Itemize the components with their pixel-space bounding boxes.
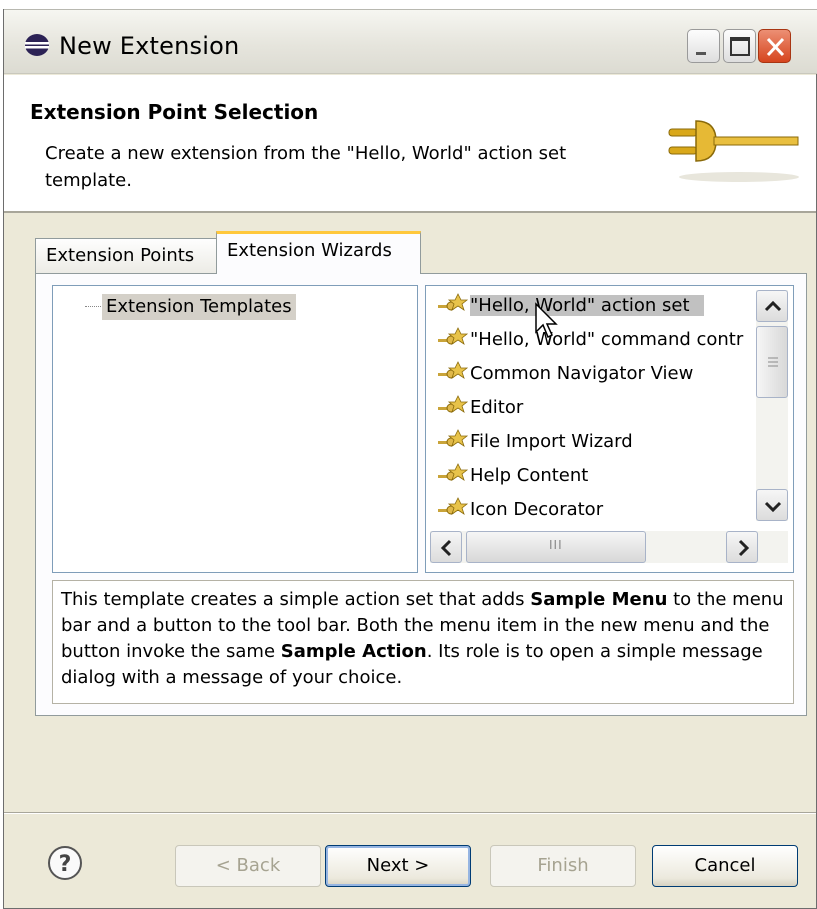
extension-wizard-icon (438, 327, 469, 345)
template-description: This template creates a simple action se… (52, 580, 794, 704)
help-icon[interactable]: ? (47, 845, 83, 881)
chevron-up-icon (764, 300, 782, 312)
scroll-right-button[interactable] (726, 531, 758, 563)
next-button[interactable]: Next > (325, 845, 471, 887)
maximize-icon (730, 37, 750, 56)
extension-wizards-panel: Extension Templates "Hello, World" actio… (35, 273, 807, 716)
new-extension-dialog: New Extension Extension Point Selection … (3, 9, 817, 909)
horizontal-scrollbar[interactable]: III (430, 531, 788, 563)
scroll-left-button[interactable] (430, 531, 462, 563)
extension-wizard-icon (438, 463, 469, 481)
list-item[interactable]: Common Navigator View (436, 360, 693, 388)
cancel-button[interactable]: Cancel (652, 845, 798, 887)
list-item[interactable]: Icon Decorator (436, 496, 603, 524)
extension-wizard-icon (438, 395, 469, 413)
eclipse-icon (25, 34, 49, 56)
tab-extension-wizards[interactable]: Extension Wizards (216, 231, 421, 274)
page-description: Create a new extension from the "Hello, … (45, 143, 567, 191)
grip-icon (768, 357, 778, 367)
list-item[interactable]: "Hello, World" command contr (436, 326, 743, 354)
list-item-label: "Hello, World" command contr (470, 329, 744, 350)
horizontal-scroll-thumb[interactable]: III (466, 531, 646, 563)
tree-connector-line (85, 306, 101, 307)
close-button[interactable] (758, 29, 791, 63)
chevron-right-icon (738, 539, 750, 557)
close-icon (766, 37, 785, 57)
scroll-up-button[interactable] (756, 290, 788, 322)
help-icon-glyph: ? (59, 852, 72, 877)
chevron-left-icon (440, 539, 452, 557)
list-item[interactable]: "Hello, World" action set (436, 292, 704, 320)
list-item[interactable]: Help Content (436, 462, 588, 490)
page-title: Extension Point Selection (30, 100, 319, 124)
extension-wizard-icon (438, 429, 469, 447)
extension-wizard-icon (438, 497, 469, 515)
title-bar[interactable]: New Extension (4, 9, 817, 74)
description-sample-action: Sample Action (280, 641, 427, 662)
window-title: New Extension (59, 32, 240, 60)
grip-icon: III (549, 538, 563, 552)
extension-wizard-icon (438, 361, 469, 379)
back-button[interactable]: < Back (175, 845, 321, 887)
list-item-label: "Hello, World" action set (470, 295, 704, 316)
scroll-down-button[interactable] (756, 489, 788, 521)
list-item-label: Common Navigator View (470, 363, 694, 384)
template-list[interactable]: "Hello, World" action set "Hello, World"… (425, 285, 794, 573)
mouse-cursor-icon (535, 302, 558, 339)
plug-icon (668, 120, 799, 182)
list-item-label: File Import Wizard (470, 431, 633, 452)
chevron-down-icon (764, 501, 782, 513)
description-sample-menu: Sample Menu (530, 589, 668, 610)
vertical-scrollbar[interactable] (756, 290, 788, 521)
button-bar-divider (4, 812, 816, 814)
wizard-header: Extension Point Selection Create a new e… (4, 75, 816, 213)
minimize-icon (696, 52, 706, 55)
extension-wizard-icon (438, 293, 469, 311)
list-item-label: Help Content (470, 465, 589, 486)
template-category-tree[interactable]: Extension Templates (52, 285, 418, 573)
vertical-scroll-thumb[interactable] (756, 326, 788, 398)
minimize-button[interactable] (687, 29, 720, 63)
list-item[interactable]: Editor (436, 394, 523, 422)
description-text: This template creates a simple action se… (61, 589, 531, 610)
list-item-label: Editor (470, 397, 524, 418)
finish-button[interactable]: Finish (490, 845, 636, 887)
maximize-button[interactable] (723, 29, 756, 63)
tree-item-extension-templates[interactable]: Extension Templates (102, 294, 296, 320)
tab-extension-points[interactable]: Extension Points (35, 238, 217, 274)
list-item-label: Icon Decorator (470, 499, 604, 520)
list-item[interactable]: File Import Wizard (436, 428, 633, 456)
